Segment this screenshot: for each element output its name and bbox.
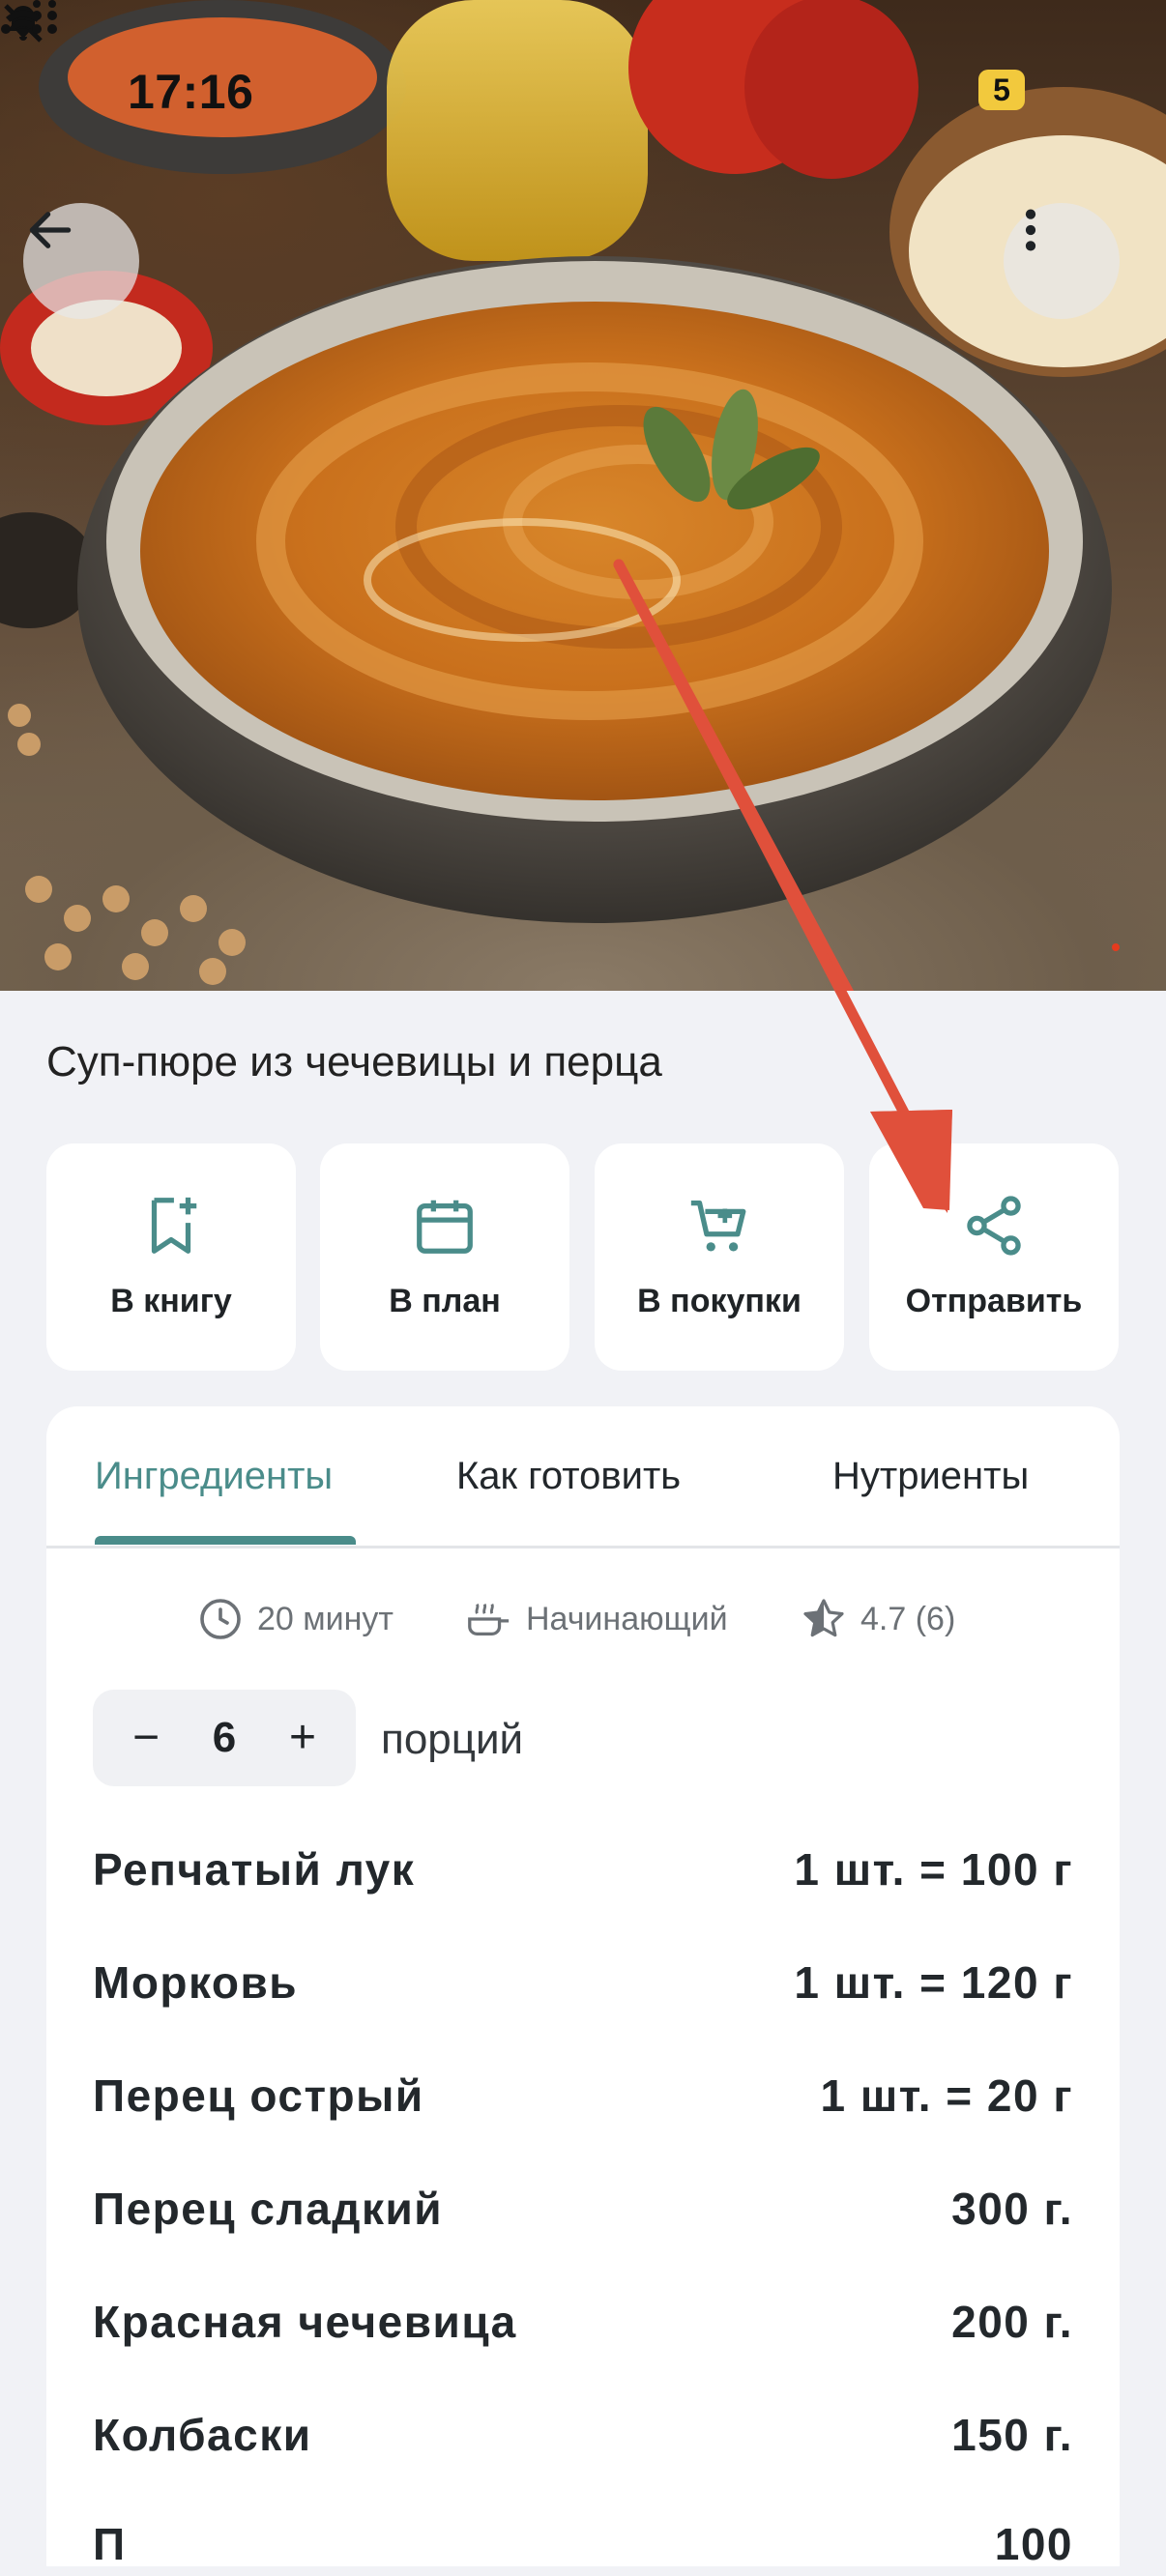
ingredient-quantity-partial: 100 <box>994 2519 1073 2569</box>
annotation-arrow <box>613 559 952 1213</box>
add-to-shopping-label: В покупки <box>637 1283 802 1319</box>
add-to-plan-label: В план <box>389 1283 501 1319</box>
ingredient-quantity: 1 шт. = 120 г <box>794 1957 1073 2008</box>
ingredient-name: Морковь <box>93 1957 299 2008</box>
rating: 4.7 (6) <box>801 1596 955 1642</box>
ingredient-quantity: 200 г. <box>951 2297 1073 2347</box>
ingredient-quantity: 1 шт. = 20 г <box>820 2070 1073 2121</box>
ingredient-quantity: 300 г. <box>951 2184 1073 2234</box>
ingredient-row: П 100 <box>93 2518 1073 2576</box>
difficulty-text: Начинающий <box>526 1600 728 1637</box>
tab-how-to-cook[interactable]: Как готовить <box>456 1455 681 1498</box>
ingredient-row: Морковь 1 шт. = 120 г <box>93 1956 1073 2014</box>
ingredient-name: Красная чечевица <box>93 2297 517 2347</box>
increase-servings-button[interactable]: + <box>259 1690 346 1786</box>
tab-bar: Ингредиенты Как готовить Нутриенты <box>46 1406 1120 1548</box>
ingredient-row: Репчатый лук 1 шт. = 100 г <box>93 1843 1073 1901</box>
clock-icon <box>200 1599 241 1639</box>
ingredient-row: Перец сладкий 300 г. <box>93 2183 1073 2241</box>
ingredient-row: Перец острый 1 шт. = 20 г <box>93 2069 1073 2127</box>
ingredient-row: Красная чечевица 200 г. <box>93 2296 1073 2354</box>
share-label: Отправить <box>905 1283 1083 1319</box>
recipe-meta: 20 минут Начинающий 4.7 (6) <box>46 1596 1120 1654</box>
ingredient-row: Колбаски 150 г. <box>93 2409 1073 2467</box>
ingredient-name: Репчатый лук <box>93 1844 416 1895</box>
recipe-details-panel: Ингредиенты Как готовить Нутриенты 20 ми… <box>46 1406 1120 2569</box>
cook-time-text: 20 минут <box>257 1600 394 1637</box>
ingredient-name: Перец сладкий <box>93 2184 444 2234</box>
decrease-servings-button[interactable]: − <box>102 1690 189 1786</box>
star-half-icon <box>803 1599 844 1637</box>
ingredient-quantity: 1 шт. = 100 г <box>794 1844 1073 1895</box>
ingredient-name: Перец острый <box>93 2070 424 2121</box>
servings-count: 6 <box>212 1714 237 1761</box>
tab-ingredients[interactable]: Ингредиенты <box>95 1455 333 1498</box>
cook-time: 20 минут <box>197 1596 394 1642</box>
ingredient-name-partial: П <box>93 2519 127 2569</box>
servings-stepper: − 6 + <box>93 1690 356 1786</box>
pot-icon <box>468 1603 510 1636</box>
rating-text: 4.7 (6) <box>860 1600 956 1637</box>
difficulty: Начинающий <box>464 1596 728 1642</box>
ingredient-quantity: 150 г. <box>951 2410 1073 2460</box>
ingredient-name: Колбаски <box>93 2410 312 2460</box>
tab-nutrients[interactable]: Нутриенты <box>832 1455 1029 1498</box>
active-tab-indicator <box>95 1536 356 1545</box>
add-to-book-label: В книгу <box>110 1283 232 1319</box>
servings-label: порций <box>381 1716 524 1763</box>
